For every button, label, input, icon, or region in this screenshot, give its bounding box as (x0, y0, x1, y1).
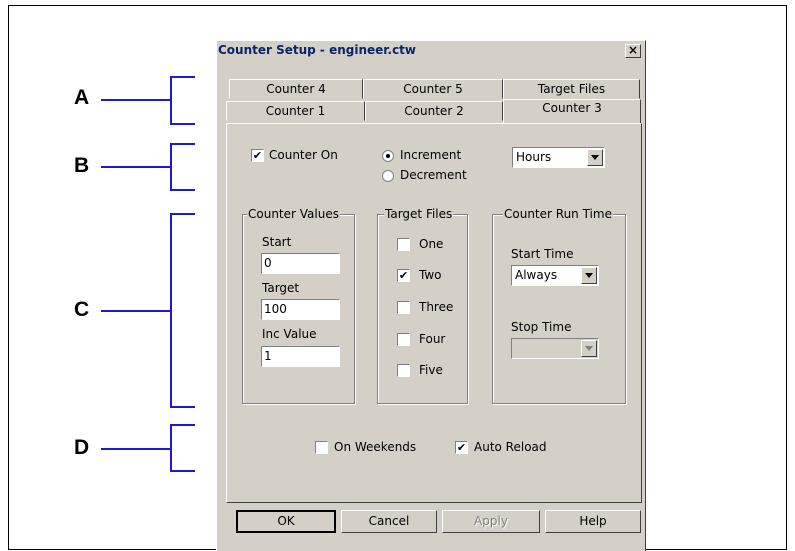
tab-counter-2[interactable]: Counter 2 (365, 101, 503, 121)
target-files-group: Target Files One ✔ Two Three Four Five (377, 207, 468, 404)
target-file-one-label: One (419, 237, 444, 251)
ok-button[interactable]: OK (236, 510, 336, 533)
target-file-three-label: Three (419, 300, 454, 314)
auto-reload-checkbox[interactable]: ✔ (455, 441, 468, 454)
tab-counter-1[interactable]: Counter 1 (226, 101, 365, 121)
callout-d-bracket-top (170, 424, 195, 426)
counter-setup-dialog: Counter Setup - engineer.ctw × Counter 4… (216, 40, 646, 551)
target-file-two-checkbox[interactable]: ✔ (397, 269, 410, 282)
close-icon[interactable]: × (625, 44, 641, 58)
target-input[interactable]: 100 (261, 299, 340, 320)
callout-b-bracket-top (170, 143, 195, 145)
decrement-radio[interactable] (382, 170, 394, 182)
start-label: Start (262, 235, 292, 249)
callout-b: B (74, 154, 90, 177)
target-file-one-checkbox[interactable] (397, 238, 410, 251)
stop-time-dropdown[interactable] (511, 338, 599, 359)
on-weekends-checkbox[interactable] (315, 441, 328, 454)
start-time-dropdown-button[interactable] (581, 267, 597, 284)
auto-reload-label: Auto Reload (474, 440, 547, 454)
callout-a-bracket (170, 77, 172, 125)
callout-c-bracket (170, 213, 172, 407)
callout-b-line (101, 166, 171, 168)
callout-c-bracket-top (170, 213, 195, 215)
chevron-down-icon (591, 155, 599, 160)
counter-on-checkbox[interactable]: ✔ (251, 149, 264, 162)
start-input[interactable]: 0 (261, 253, 340, 274)
help-button[interactable]: Help (545, 510, 641, 533)
target-file-three-checkbox[interactable] (397, 301, 410, 314)
inc-value-label: Inc Value (262, 327, 317, 341)
callout-d-line (101, 448, 171, 450)
dialog-titlebar[interactable]: Counter Setup - engineer.ctw × (217, 41, 645, 61)
on-weekends-label: On Weekends (334, 440, 417, 454)
callout-b-bracket (170, 143, 172, 190)
tab-counter-3[interactable]: Counter 3 (503, 99, 641, 123)
callout-d: D (74, 436, 90, 459)
counter-values-title: Counter Values (247, 207, 340, 221)
apply-button[interactable]: Apply (442, 510, 540, 533)
target-file-four-checkbox[interactable] (397, 333, 410, 346)
callout-c: C (74, 298, 90, 321)
units-dropdown-button[interactable] (587, 149, 603, 166)
target-file-two-label: Two (419, 268, 442, 282)
decrement-label: Decrement (400, 168, 467, 182)
counter-run-time-group: Counter Run Time Start Time Always Stop … (492, 207, 626, 404)
counter-3-panel: ✔ Counter On Increment Decrement Hours C… (226, 123, 642, 503)
counter-on-label: Counter On (269, 148, 338, 162)
units-dropdown[interactable]: Hours (512, 147, 605, 168)
dialog-title: Counter Setup - engineer.ctw (218, 43, 416, 57)
callout-c-bracket-bottom (170, 406, 195, 408)
target-file-five-checkbox[interactable] (397, 364, 410, 377)
target-file-five-label: Five (419, 363, 443, 377)
stop-time-label: Stop Time (511, 320, 572, 334)
callout-d-bracket (170, 424, 172, 472)
callout-a-line (101, 99, 171, 101)
chevron-down-icon (585, 346, 593, 351)
inc-value-input[interactable]: 1 (261, 346, 340, 367)
cancel-button[interactable]: Cancel (341, 510, 437, 533)
increment-label: Increment (400, 148, 462, 162)
counter-values-group: Counter Values Start 0 Target 100 Inc Va… (242, 207, 355, 404)
tab-counter-5[interactable]: Counter 5 (363, 79, 503, 99)
start-time-dropdown[interactable]: Always (511, 265, 599, 286)
target-files-title: Target Files (384, 207, 454, 221)
target-file-four-label: Four (419, 332, 446, 346)
callout-a-bracket-bottom (170, 123, 195, 125)
target-label: Target (262, 281, 300, 295)
chevron-down-icon (585, 273, 593, 278)
callout-a: A (74, 86, 90, 109)
counter-run-time-title: Counter Run Time (503, 207, 613, 221)
tab-counter-4[interactable]: Counter 4 (229, 79, 363, 99)
callout-b-bracket-bottom (170, 189, 195, 191)
callout-c-line (101, 310, 171, 312)
units-value: Hours (516, 150, 552, 164)
tab-target-files[interactable]: Target Files (503, 79, 640, 99)
start-time-label: Start Time (511, 247, 574, 261)
callout-d-bracket-bottom (170, 470, 195, 472)
increment-radio[interactable] (382, 150, 394, 162)
callout-a-bracket-top (170, 76, 195, 78)
stop-time-dropdown-button[interactable] (581, 340, 597, 357)
start-time-value: Always (515, 268, 558, 282)
